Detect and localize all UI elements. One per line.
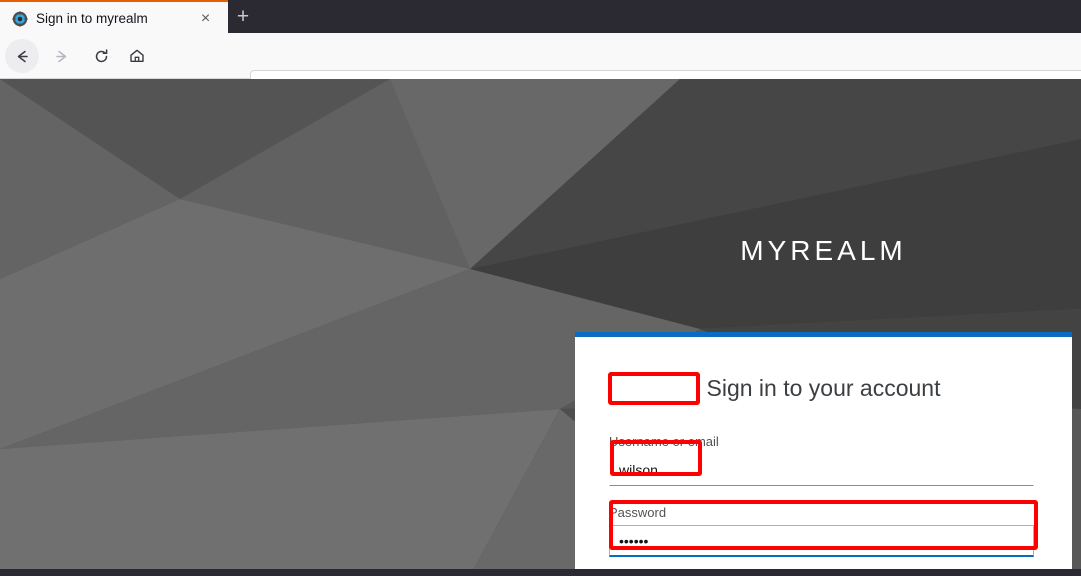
reload-button[interactable] — [84, 39, 118, 73]
home-icon — [130, 49, 144, 62]
tab-title: Sign in to myrealm — [36, 11, 148, 26]
tab-strip: Sign in to myrealm × + — [0, 0, 1081, 33]
password-field-group: Password — [609, 505, 1034, 557]
new-tab-button[interactable]: + — [230, 4, 256, 30]
window-bottom-strip — [0, 569, 1081, 576]
navigation-toolbar: localhost:8080/auth/realms/myrealm/proto… — [0, 33, 1081, 104]
username-input[interactable] — [609, 454, 1034, 486]
browser-window: Sign in to myrealm × + MYREALM Sign in t… — [0, 0, 1081, 576]
arrow-right-icon — [55, 50, 66, 62]
password-input[interactable] — [609, 525, 1034, 557]
forward-button[interactable] — [44, 39, 78, 73]
password-label: Password — [609, 505, 667, 520]
reload-icon — [95, 48, 107, 62]
login-card: Sign in to your account Username or emai… — [575, 332, 1072, 576]
back-button[interactable] — [5, 39, 39, 73]
page-viewport: MYREALM Sign in to your account Username… — [0, 79, 1081, 576]
realm-title: MYREALM — [740, 235, 907, 266]
close-icon[interactable]: × — [196, 9, 215, 28]
browser-tab-active[interactable]: Sign in to myrealm × — [0, 0, 228, 33]
arrow-left-icon — [17, 50, 28, 62]
username-field-group: Username or email — [609, 434, 1034, 486]
page-title: Sign in to your account — [706, 375, 941, 401]
username-label: Username or email — [609, 434, 719, 449]
home-button[interactable] — [120, 39, 154, 73]
keycloak-favicon — [12, 11, 28, 27]
